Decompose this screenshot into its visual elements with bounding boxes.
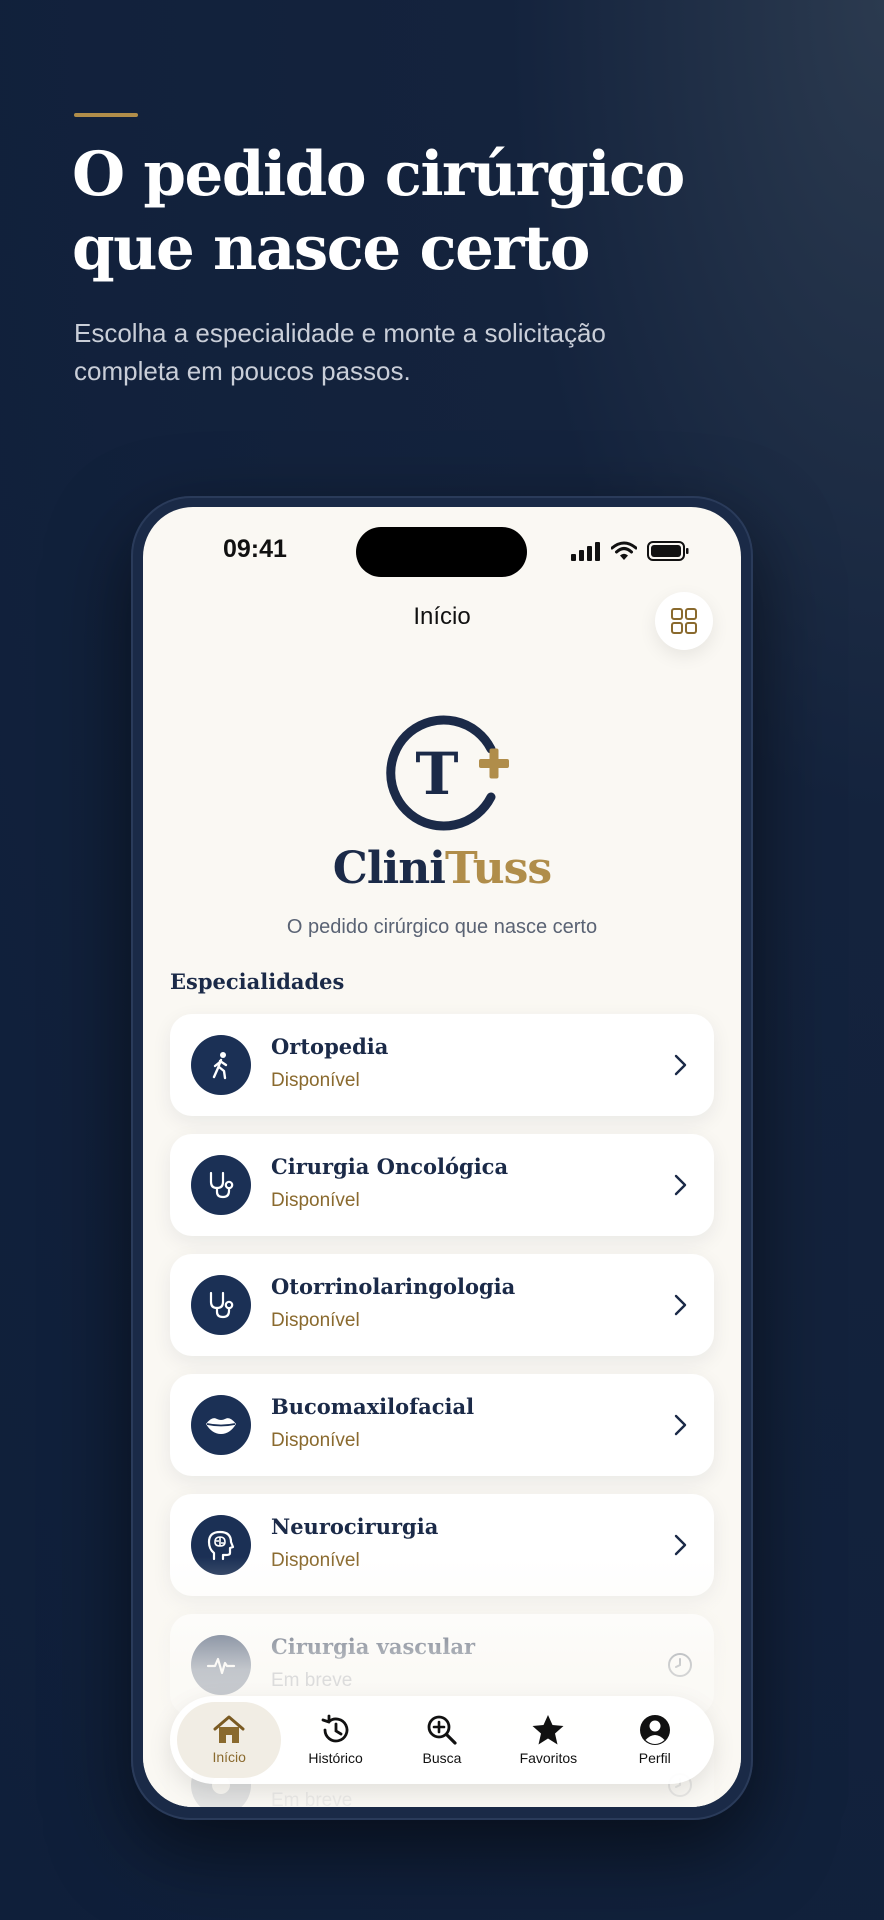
brand-part-2: Tuss <box>444 843 552 894</box>
tab-label: Perfil <box>638 1750 671 1766</box>
specialty-status: Disponível <box>271 1310 360 1331</box>
accent-line <box>74 113 138 117</box>
specialty-name: Otorrinolaringologia <box>271 1274 516 1299</box>
specialty-status: Em breve <box>271 1790 353 1807</box>
stethoscope-icon <box>191 1155 251 1215</box>
tab-bar: Início Histórico Busca Favoritos Perfil <box>170 1696 714 1784</box>
status-icons <box>571 541 689 561</box>
specialty-card-bucomaxilofacial[interactable]: Bucomaxilofacial Disponível <box>170 1374 714 1476</box>
chevron-right-icon <box>666 1531 694 1559</box>
marketing-subheadline: Escolha a especialidade e monte a solici… <box>74 318 606 386</box>
tab-label: Favoritos <box>519 1750 578 1766</box>
marketing-headline: O pedido cirúrgico que nasce certo <box>72 139 685 284</box>
search-plus-icon <box>427 1715 457 1745</box>
specialty-status: Em breve <box>271 1670 353 1691</box>
pulse-icon <box>191 1635 251 1695</box>
brain-head-icon <box>191 1515 251 1575</box>
specialty-status: Disponível <box>271 1070 360 1091</box>
history-icon <box>321 1714 348 1743</box>
signal-icon <box>571 542 600 561</box>
battery-icon <box>647 541 689 561</box>
section-title: Especialidades <box>170 969 345 994</box>
tab-inicio[interactable]: Início <box>177 1702 282 1778</box>
lips-icon <box>191 1395 251 1455</box>
star-icon <box>532 1715 564 1745</box>
chevron-right-icon <box>666 1171 694 1199</box>
tab-label: Histórico <box>308 1750 363 1766</box>
status-time: 09:41 <box>223 535 287 563</box>
phone-screen: 09:41 Início T CliniTuss O pedido cirúrg… <box>143 507 741 1807</box>
logo-letter: T <box>415 740 458 808</box>
tab-label: Início <box>212 1749 246 1765</box>
specialty-list: Ortopedia Disponível Cirurgia Oncológica… <box>170 1014 714 1807</box>
grid-menu-button[interactable] <box>655 592 713 650</box>
specialty-card-ortopedia[interactable]: Ortopedia Disponível <box>170 1014 714 1116</box>
specialty-name: Cirurgia Oncológica <box>271 1154 509 1179</box>
status-bar: 09:41 <box>143 507 741 597</box>
specialty-name: Neurocirurgia <box>271 1514 439 1539</box>
tab-favoritos[interactable]: Favoritos <box>496 1702 600 1778</box>
specialty-card-neurocirurgia[interactable]: Neurocirurgia Disponível <box>170 1494 714 1596</box>
walking-person-icon <box>191 1035 251 1095</box>
wifi-icon <box>611 541 637 560</box>
grid-icon <box>671 608 697 634</box>
specialty-name: Ortopedia <box>271 1034 389 1059</box>
tab-label: Busca <box>422 1750 462 1766</box>
brand-name: CliniTuss <box>143 843 741 894</box>
page-title: Início <box>413 603 471 630</box>
home-icon <box>213 1715 245 1743</box>
tab-perfil[interactable]: Perfil <box>603 1702 707 1778</box>
tagline: O pedido cirúrgico que nasce certo <box>286 916 598 938</box>
specialty-card-cirurgia-oncologica[interactable]: Cirurgia Oncológica Disponível <box>170 1134 714 1236</box>
chevron-right-icon <box>666 1051 694 1079</box>
tab-historico[interactable]: Histórico <box>284 1702 388 1778</box>
dynamic-island <box>356 527 527 577</box>
chevron-right-icon <box>666 1291 694 1319</box>
specialty-name: Bucomaxilofacial <box>271 1394 475 1419</box>
clock-icon <box>666 1651 694 1679</box>
specialty-name: Cirurgia vascular <box>271 1634 476 1659</box>
stethoscope-icon <box>191 1275 251 1335</box>
tab-busca[interactable]: Busca <box>390 1702 494 1778</box>
clinituss-logo: T <box>386 715 509 831</box>
profile-icon <box>639 1715 670 1745</box>
brand-part-1: Clini <box>332 843 446 894</box>
specialty-status: Disponível <box>271 1190 360 1211</box>
specialty-card-otorrinolaringologia[interactable]: Otorrinolaringologia Disponível <box>170 1254 714 1356</box>
specialty-status: Disponível <box>271 1550 360 1571</box>
specialty-status: Disponível <box>271 1430 360 1451</box>
chevron-right-icon <box>666 1411 694 1439</box>
